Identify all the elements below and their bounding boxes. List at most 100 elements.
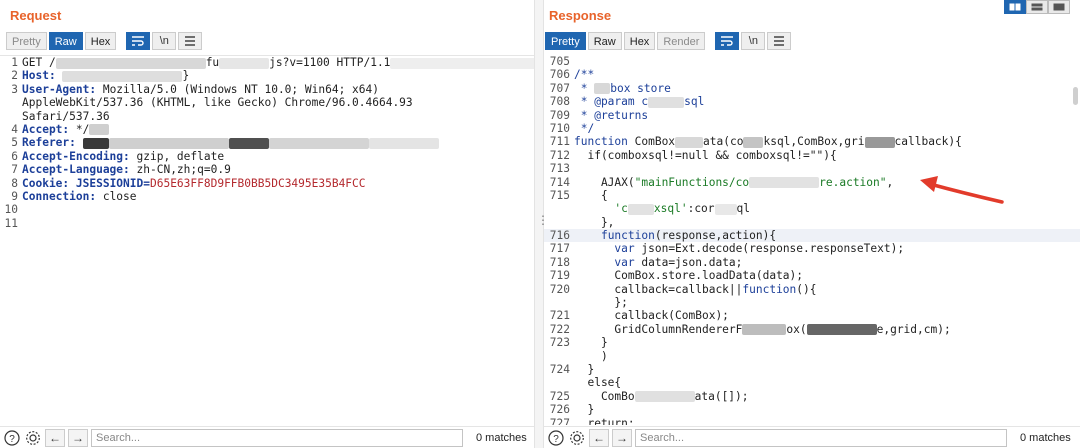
code-line: 709 * @returns bbox=[544, 109, 1080, 122]
wrap-icon[interactable] bbox=[126, 32, 151, 50]
line-number bbox=[544, 350, 574, 363]
code-token: callback(ComBox); bbox=[574, 309, 729, 323]
code-token: (){ bbox=[796, 282, 817, 296]
request-match-count: 0 matches bbox=[476, 431, 527, 444]
response-render-tab[interactable]: Render bbox=[657, 32, 706, 50]
arrow-right-icon[interactable]: → bbox=[612, 428, 632, 447]
line-number: 705 bbox=[549, 55, 570, 68]
newline-toggle-button[interactable]: \n bbox=[741, 32, 766, 50]
response-search-input[interactable] bbox=[635, 428, 1007, 447]
line-number: 2 bbox=[11, 69, 18, 83]
settings-icon[interactable] bbox=[568, 429, 586, 447]
code-line: 716 function(response,action){ bbox=[544, 229, 1080, 243]
line-number: 711 bbox=[549, 135, 570, 149]
line-number: 4 bbox=[11, 122, 18, 136]
code-token: if(comboxsql!=null && comboxsql!=""){ bbox=[574, 148, 837, 162]
response-pretty-tab[interactable]: Pretty bbox=[545, 32, 586, 50]
request-hex-tab[interactable]: Hex bbox=[84, 32, 117, 50]
code-token: Accept: bbox=[22, 122, 70, 136]
line-number: 712 bbox=[549, 148, 570, 162]
code-token: Connection: bbox=[22, 189, 97, 203]
response-editor[interactable]: 705 706/** 707 * box store 708 * @param c sq… bbox=[544, 55, 1080, 425]
code-token: var bbox=[614, 255, 635, 269]
scroll-thumb[interactable] bbox=[1073, 87, 1078, 105]
code-line: 8 Cookie: JSESSIONID=D65E63FF8D9FFB0BB5DC… bbox=[0, 177, 534, 190]
menu-icon[interactable] bbox=[767, 32, 792, 50]
code-line: 7 Accept-Language: zh-CN,zh;q=0.9 bbox=[0, 163, 534, 176]
line-number bbox=[544, 296, 574, 309]
line-number: 7 bbox=[11, 163, 18, 177]
pane-splitter[interactable]: ⋮ bbox=[534, 0, 549, 448]
code-text: }, bbox=[574, 216, 1080, 229]
code-line: 9 Connection: close bbox=[0, 190, 534, 203]
request-raw-tab[interactable]: Raw bbox=[48, 32, 83, 50]
code-line: 11 bbox=[0, 217, 534, 230]
arrow-left-icon[interactable]: ← bbox=[45, 428, 65, 447]
code-text: Accept-Encoding: gzip, deflate bbox=[22, 150, 534, 163]
line-number: 715 bbox=[549, 188, 570, 202]
help-icon[interactable]: ? bbox=[3, 429, 21, 447]
response-hex-tab[interactable]: Hex bbox=[623, 32, 656, 50]
redacted-block bbox=[594, 83, 611, 95]
code-token: ComBo bbox=[574, 389, 635, 403]
layout-tabs-icon[interactable] bbox=[1048, 0, 1070, 14]
redacted-block bbox=[743, 136, 764, 148]
wrap-icon[interactable] bbox=[715, 32, 740, 50]
code-token: ql bbox=[736, 202, 751, 216]
help-icon[interactable]: ? bbox=[547, 429, 565, 447]
line-number bbox=[0, 110, 22, 123]
line-number: 722 bbox=[549, 322, 570, 336]
arrow-left-icon[interactable]: ← bbox=[589, 428, 609, 447]
code-token: * bbox=[574, 81, 595, 95]
code-line: }; bbox=[544, 296, 1080, 309]
annotation-arrow-icon bbox=[920, 176, 1004, 204]
request-title: Request bbox=[10, 8, 62, 23]
code-text: Host: } bbox=[22, 69, 534, 82]
line-number: 710 bbox=[549, 121, 570, 135]
code-line: 717 var json=Ext.decode(response.respons… bbox=[544, 242, 1080, 255]
code-text: */ bbox=[574, 122, 1080, 135]
code-token: Accept-Language: bbox=[22, 163, 130, 177]
code-token: zh-CN,zh;q=0.9 bbox=[129, 163, 231, 177]
line-number: 720 bbox=[549, 282, 570, 296]
request-pane: Request Pretty Raw Hex \n 1 GET / fu js?v=1… bbox=[0, 0, 534, 448]
code-text: var data=json.data; bbox=[574, 256, 1080, 269]
arrow-right-icon[interactable]: → bbox=[68, 428, 88, 447]
code-token: D65E63FF8D9FFB0BB5DC3495E35B4FCC bbox=[149, 176, 366, 190]
code-token: ComBox bbox=[627, 135, 676, 149]
code-text: callback(ComBox); bbox=[574, 309, 1080, 322]
code-token: GridColumnRendererF bbox=[574, 322, 743, 336]
code-line: 707 * box store bbox=[544, 82, 1080, 95]
redacted-block bbox=[390, 57, 534, 69]
layout-split-vertical-icon[interactable] bbox=[1004, 0, 1026, 14]
line-number: 727 bbox=[549, 416, 570, 425]
code-token: json=Ext.decode(response.responseText); bbox=[634, 242, 905, 256]
code-line: ) bbox=[544, 350, 1080, 363]
request-editor[interactable]: 1 GET / fu js?v=1100 HTTP/1.1 2 Host: } 3 User-… bbox=[0, 55, 534, 425]
line-number: 10 bbox=[4, 203, 18, 217]
settings-icon[interactable] bbox=[24, 429, 42, 447]
response-raw-tab[interactable]: Raw bbox=[587, 32, 622, 50]
line-number bbox=[544, 202, 574, 215]
code-token: /** bbox=[574, 68, 595, 82]
request-search-input[interactable] bbox=[91, 428, 463, 447]
code-text: ComBo ata([]); bbox=[574, 390, 1080, 403]
redacted-block bbox=[89, 124, 110, 136]
redacted-block bbox=[368, 137, 439, 149]
code-line: 6 Accept-Encoding: gzip, deflate bbox=[0, 150, 534, 163]
request-search-bar: ? ← → 0 matches bbox=[0, 426, 534, 448]
code-token: :cor bbox=[687, 202, 715, 216]
code-token: Safari/537.36 bbox=[22, 109, 110, 123]
menu-icon[interactable] bbox=[178, 32, 203, 50]
request-pretty-tab[interactable]: Pretty bbox=[6, 32, 47, 50]
layout-split-horizontal-icon[interactable] bbox=[1026, 0, 1048, 14]
response-scrollbar[interactable] bbox=[1072, 57, 1078, 423]
line-number: 708 bbox=[549, 95, 570, 109]
code-text: Connection: close bbox=[22, 190, 534, 203]
code-line: 4 Accept: */ bbox=[0, 123, 534, 136]
code-token: fu bbox=[205, 56, 220, 69]
newline-toggle-button[interactable]: \n bbox=[152, 32, 177, 50]
code-token: ksql,ComBox,gri bbox=[763, 135, 865, 149]
